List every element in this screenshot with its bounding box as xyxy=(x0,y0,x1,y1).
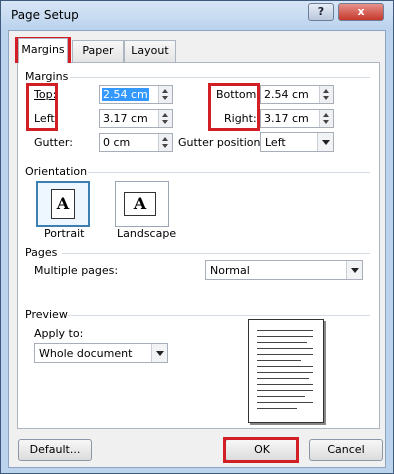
spin-down-icon[interactable] xyxy=(323,120,329,124)
apply-to-select[interactable]: Whole document xyxy=(34,343,168,363)
margins-tab-panel: Margins Top: 2.54 cm Bottom: 2.54 cm Lef… xyxy=(17,62,380,429)
close-icon: x xyxy=(357,5,365,18)
page-setup-dialog: Page Setup ? x Margins Paper Layout Marg… xyxy=(0,0,394,474)
multiple-pages-value: Normal xyxy=(210,264,250,277)
landscape-label: Landscape xyxy=(117,227,177,240)
gutter-value[interactable]: 0 cm xyxy=(102,136,131,149)
portrait-page-icon: A xyxy=(51,189,75,219)
spin-down-icon[interactable] xyxy=(162,96,168,100)
apply-to-label: Apply to: xyxy=(34,327,84,340)
spin-up-icon[interactable] xyxy=(323,113,329,117)
title-bar: Page Setup ? x xyxy=(1,1,393,29)
left-margin-stepper[interactable]: 3.17 cm xyxy=(99,109,173,128)
divider xyxy=(68,315,370,316)
chevron-down-icon[interactable] xyxy=(346,261,362,279)
chevron-down-icon[interactable] xyxy=(317,133,333,151)
spin-up-icon[interactable] xyxy=(162,137,168,141)
spin-up-icon[interactable] xyxy=(323,89,329,93)
portrait-label: Portrait xyxy=(44,227,85,240)
highlight-ok-button xyxy=(223,437,299,463)
divider xyxy=(70,77,370,78)
right-margin-value[interactable]: 3.17 cm xyxy=(263,112,310,125)
bottom-margin-value[interactable]: 2.54 cm xyxy=(263,88,310,101)
portrait-option[interactable]: A xyxy=(36,181,90,227)
tab-paper[interactable]: Paper xyxy=(72,40,124,62)
spin-buttons[interactable] xyxy=(158,86,172,103)
multiple-pages-select[interactable]: Normal xyxy=(205,260,363,280)
landscape-page-icon: A xyxy=(124,192,156,216)
spin-up-icon[interactable] xyxy=(162,89,168,93)
spin-down-icon[interactable] xyxy=(162,120,168,124)
top-margin-value[interactable]: 2.54 cm xyxy=(102,88,149,101)
gutter-position-value: Left xyxy=(265,136,286,149)
help-icon: ? xyxy=(317,5,325,18)
preview-page-thumbnail xyxy=(248,319,324,423)
spin-buttons[interactable] xyxy=(319,86,333,103)
divider xyxy=(88,172,370,173)
highlight-top-left-labels xyxy=(26,83,58,131)
tab-layout[interactable]: Layout xyxy=(124,40,176,62)
cancel-button[interactable]: Cancel xyxy=(309,439,383,461)
gutter-position-label: Gutter position: xyxy=(178,136,265,149)
chevron-down-icon[interactable] xyxy=(151,344,167,362)
spin-buttons[interactable] xyxy=(158,134,172,151)
orientation-section-label: Orientation xyxy=(25,165,88,178)
gutter-stepper[interactable]: 0 cm xyxy=(99,133,173,152)
dialog-body: Margins Paper Layout Margins Top: 2.54 c… xyxy=(8,30,386,468)
dialog-title: Page Setup xyxy=(11,8,79,22)
left-margin-value[interactable]: 3.17 cm xyxy=(102,112,149,125)
right-margin-stepper[interactable]: 3.17 cm xyxy=(260,109,334,128)
divider xyxy=(62,253,370,254)
spin-down-icon[interactable] xyxy=(323,96,329,100)
gutter-label: Gutter: xyxy=(34,136,73,149)
top-margin-stepper[interactable]: 2.54 cm xyxy=(99,85,173,104)
margins-section-label: Margins xyxy=(25,70,69,83)
spin-buttons[interactable] xyxy=(319,110,333,127)
help-button[interactable]: ? xyxy=(308,3,334,21)
preview-section-label: Preview xyxy=(25,308,68,321)
spin-buttons[interactable] xyxy=(158,110,172,127)
multiple-pages-label: Multiple pages: xyxy=(34,264,119,277)
pages-section-label: Pages xyxy=(25,246,58,259)
bottom-margin-stepper[interactable]: 2.54 cm xyxy=(260,85,334,104)
gutter-position-select[interactable]: Left xyxy=(260,132,334,152)
default-button[interactable]: Default... xyxy=(18,439,92,461)
landscape-option[interactable]: A xyxy=(115,181,169,227)
tab-margins[interactable]: Margins xyxy=(18,38,68,63)
spin-down-icon[interactable] xyxy=(162,144,168,148)
highlight-bottom-right-labels xyxy=(208,83,260,131)
apply-to-value: Whole document xyxy=(39,347,133,360)
spin-up-icon[interactable] xyxy=(162,113,168,117)
close-button[interactable]: x xyxy=(338,3,384,21)
